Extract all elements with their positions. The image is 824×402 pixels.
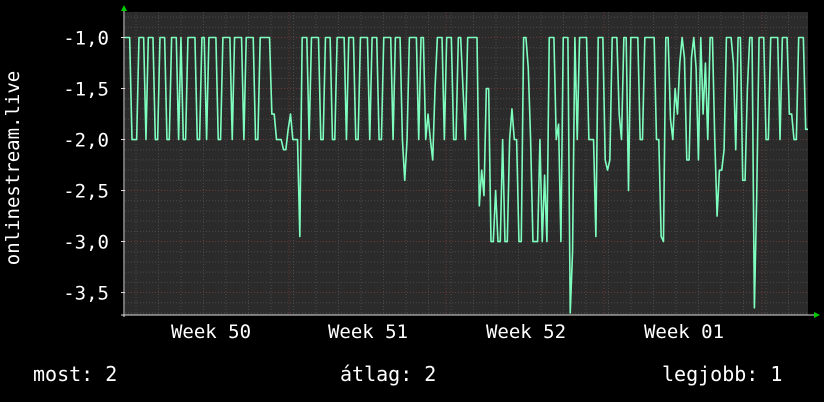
y-tick-labels: -1,0 -1,5 -2,0 -2,5 -3,0 -3,5: [63, 28, 109, 305]
x-tick-label: Week 51: [328, 321, 408, 343]
y-axis-label: onlinestream.live: [2, 71, 24, 265]
chart-container: -1,0 -1,5 -2,0 -2,5 -3,0 -3,5 Week 50 Week 51 W…: [0, 0, 824, 402]
current-value: most: 2: [33, 362, 118, 386]
x-tick-label: Week 01: [644, 321, 724, 343]
line-chart: -1,0-1,5-2,0-2,5-3,0-3,5 Week 50 Week 51 W…: [2, 5, 820, 343]
y-tick-label: -2,0: [63, 130, 109, 152]
x-tick-labels: Week 50 Week 51 Week 52 Week 01: [171, 321, 724, 343]
x-tick-label: Week 50: [171, 321, 251, 343]
y-tick-label: -3,5: [63, 283, 109, 305]
y-tick-label: -2,5: [63, 181, 109, 203]
y-tick-label: -1,5: [63, 79, 109, 101]
y-tick-label: -3,0: [63, 232, 109, 254]
y-tick-label: -1,0: [63, 28, 109, 50]
x-axis-arrow: [814, 312, 820, 318]
x-tick-label: Week 52: [486, 321, 566, 343]
average-value: átlag: 2: [340, 362, 437, 386]
y-axis-arrow: [121, 5, 127, 11]
best-value: legjobb: 1: [662, 362, 783, 386]
